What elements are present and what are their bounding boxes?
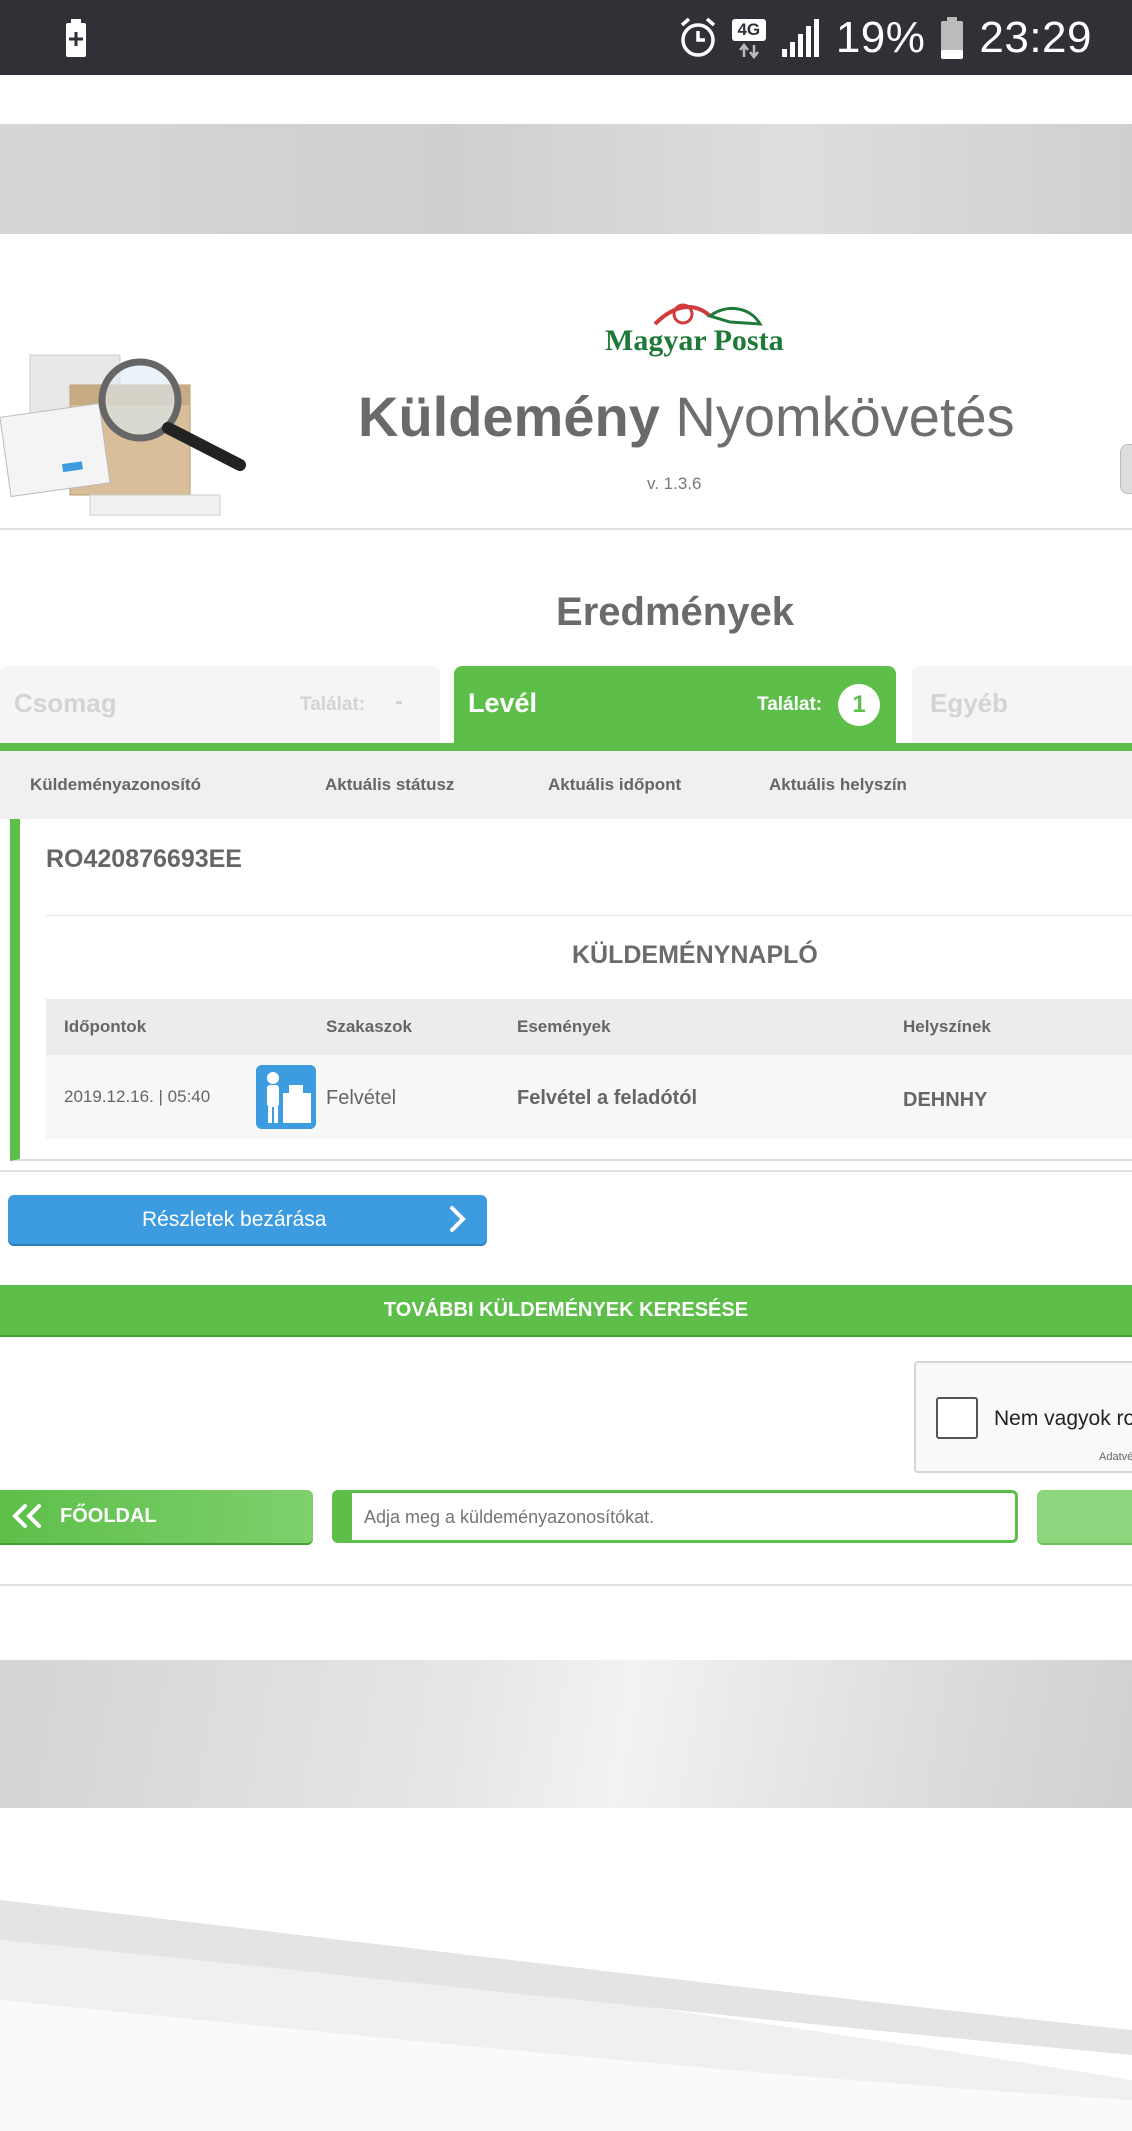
log-column-header: Helyszínek <box>903 1017 991 1036</box>
log-location: DEHNHY <box>903 1089 988 1111</box>
tab-hits-label: Találat: <box>757 694 823 715</box>
log-event: Felvétel a feladótól <box>517 1087 698 1109</box>
log-time: 2019.12.16. | 05:40 <box>64 1087 211 1106</box>
tab-hits-label: Találat: <box>300 694 366 715</box>
button-label: FŐOLDAL <box>60 1505 157 1527</box>
signal-icon <box>781 19 819 57</box>
network-indicator: 4G <box>731 15 766 61</box>
divider <box>0 1584 1132 1586</box>
result-tabs: Csomag Találat: - Levél Találat: 1 Egyéb <box>0 666 1132 746</box>
data-arrows-icon <box>738 43 759 59</box>
status-right: 4G 19% 23:29 <box>678 10 1092 66</box>
recaptcha-label: Nem vagyok rol <box>994 1407 1132 1430</box>
recaptcha-widget: Nem vagyok rol Adatvé <box>914 1361 1132 1473</box>
tab-label: Egyéb <box>930 688 1009 718</box>
app-version: v. 1.3.6 <box>647 474 702 493</box>
top-banner <box>0 124 1132 234</box>
bottom-banner <box>0 1660 1132 1808</box>
search-submit-button[interactable] <box>1037 1490 1132 1543</box>
side-drawer-handle[interactable] <box>1120 444 1132 494</box>
title-bold: Küldemény <box>358 385 660 448</box>
clock: 23:29 <box>979 13 1092 62</box>
close-details-button[interactable]: Részletek bezárása <box>8 1195 487 1244</box>
logo-text: Magyar Posta <box>605 324 784 357</box>
tab-csomag[interactable]: Csomag Találat: - <box>0 666 440 744</box>
results-title: Eredmények <box>556 590 794 634</box>
log-column-header: Események <box>517 1017 611 1036</box>
column-header: Küldeményazonosító <box>30 775 201 794</box>
tab-egyeb[interactable]: Egyéb <box>912 666 1132 744</box>
battery-icon <box>941 17 964 59</box>
log-column-header: Időpontok <box>64 1017 147 1036</box>
divider <box>0 1170 1132 1172</box>
pickup-counter-icon <box>256 1065 316 1129</box>
divider <box>46 915 1132 916</box>
title-rest: Nyomkövetés <box>675 385 1015 448</box>
tab-label: Levél <box>468 688 538 718</box>
tab-hits-count-badge: 1 <box>838 684 880 726</box>
alarm-icon <box>680 17 715 57</box>
column-header: Aktuális státusz <box>325 775 455 794</box>
package-magnifier-illustration-icon <box>0 354 246 516</box>
double-chevron-left-icon <box>12 1504 41 1528</box>
divider <box>0 528 1132 530</box>
tracking-search-field <box>332 1490 1018 1543</box>
results-column-header: Küldeményazonosító Aktuális státusz Aktu… <box>0 751 1132 819</box>
recaptcha-privacy-link[interactable]: Adatvé <box>1099 1451 1132 1463</box>
tab-underline <box>0 743 1132 751</box>
log-stage: Felvétel <box>326 1087 397 1109</box>
tab-level[interactable]: Levél Találat: 1 <box>454 666 896 744</box>
log-column-header: Szakaszok <box>326 1017 412 1036</box>
shipment-log-title: KÜLDEMÉNYNAPLÓ <box>572 941 818 969</box>
chevron-right-icon <box>450 1206 466 1232</box>
tab-label: Csomag <box>14 688 117 718</box>
result-item[interactable]: RO420876693EE KÜLDEMÉNYNAPLÓ Időpontok S… <box>10 819 1132 1161</box>
search-more-shipments-button[interactable]: TOVÁBBI KÜLDEMÉNYEK KERESÉSE <box>0 1285 1132 1335</box>
tab-hits-count: - <box>395 688 403 715</box>
tracking-id: RO420876693EE <box>46 845 242 873</box>
column-header: Aktuális időpont <box>548 775 682 794</box>
tracking-id-input[interactable] <box>364 1503 1004 1531</box>
recaptcha-checkbox[interactable] <box>936 1397 978 1439</box>
button-label: Részletek bezárása <box>142 1208 327 1231</box>
log-table-row: 2019.12.16. | 05:40 Felvétel Felvétel a … <box>46 1055 1132 1139</box>
log-table-header: Időpontok Szakaszok Események Helyszínek <box>46 999 1132 1055</box>
battery-charging-icon <box>66 19 86 57</box>
battery-percent: 19% <box>835 13 926 62</box>
status-bar: 4G 19% 23:29 <box>0 0 1132 75</box>
decorative-wave <box>0 1900 1132 2131</box>
home-button[interactable]: FŐOLDAL <box>0 1490 313 1543</box>
column-header: Aktuális helyszín <box>769 775 907 794</box>
page-title: Küldemény Nyomkövetés <box>358 384 1015 449</box>
